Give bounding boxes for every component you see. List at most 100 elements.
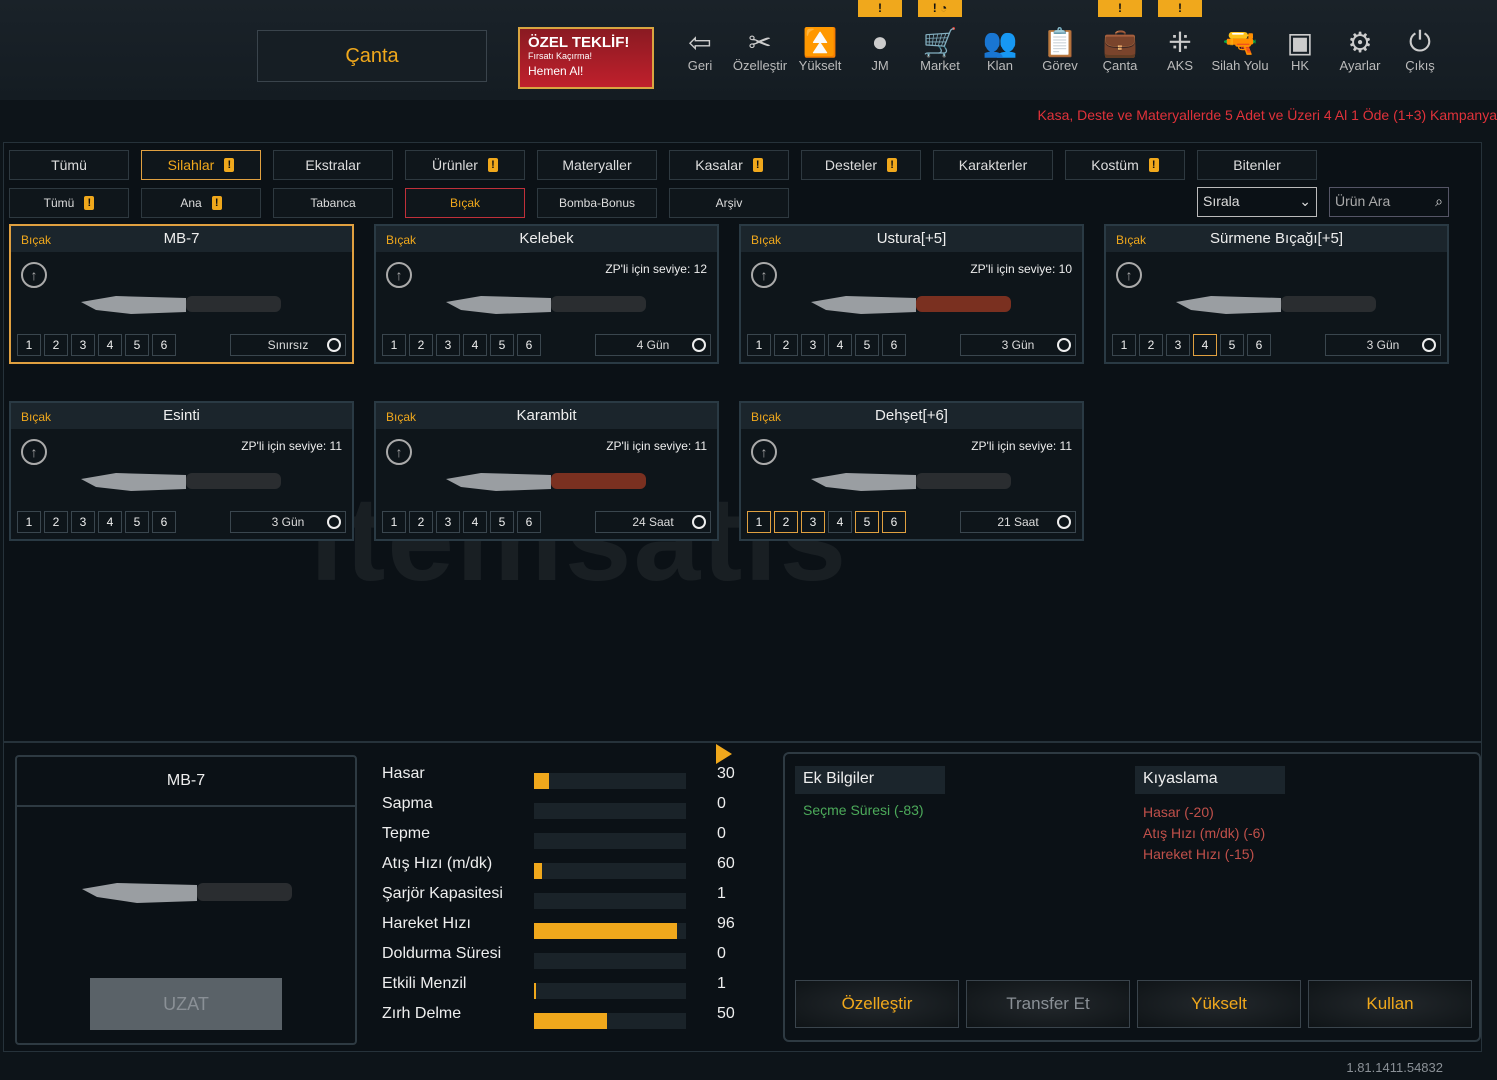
upgrade-slot[interactable]: 5 [1220,334,1244,356]
tab-2[interactable]: Ekstralar [273,150,393,180]
stat-label: Etkili Menzil [382,975,467,992]
upgrade-slot[interactable]: 1 [747,334,771,356]
upgrade-slot[interactable]: 6 [1247,334,1271,356]
extend-button[interactable]: UZAT [90,978,282,1030]
nav-bag[interactable]: 💼 Çanta [1090,26,1150,73]
item-card[interactable]: Bıçak Sürmene Bıçağı[+5] ↑ 123456 3 Gün [1104,224,1449,364]
upgrade-slot[interactable]: 1 [17,334,41,356]
upgrade-slot[interactable]: 5 [855,511,879,533]
upgrade-slot[interactable]: 4 [1193,334,1217,356]
nav-clan[interactable]: 👥 Klan [970,26,1030,73]
item-card[interactable]: Bıçak MB-7 ↑ 123456 Sınırsız [9,224,354,364]
subtab-4[interactable]: Bomba-Bonus [537,188,657,218]
upgrade-slot[interactable]: 6 [882,511,906,533]
nav-clipboard[interactable]: 📋 Görev [1030,26,1090,73]
item-card[interactable]: Bıçak Kelebek ↑ ZP'li için seviye: 12 123… [374,224,719,364]
upgrade-slot[interactable]: 4 [98,511,122,533]
upgrade-slot[interactable]: 4 [463,511,487,533]
subtab-5[interactable]: Arşiv [669,188,789,218]
nav-label: Silah Yolu [1211,58,1269,73]
upgrade-slot[interactable]: 6 [517,334,541,356]
upgrade-slot[interactable]: 1 [382,334,406,356]
item-card[interactable]: Bıçak Ustura[+5] ↑ ZP'li için seviye: 10 … [739,224,1084,364]
upgrade-slot[interactable]: 6 [152,334,176,356]
search-input[interactable]: Ürün Ara ⌕ [1329,187,1449,217]
upgrade-slot[interactable]: 2 [774,334,798,356]
upgrade-slot[interactable]: 5 [490,511,514,533]
nav-dots[interactable]: ⁜ AKS [1150,26,1210,73]
subtab-1[interactable]: Ana! [141,188,261,218]
item-card[interactable]: Bıçak Karambit ↑ ZP'li için seviye: 11 12… [374,401,719,541]
nav-cart[interactable]: 🛒 Market [910,26,970,73]
use-button[interactable]: Kullan [1308,980,1472,1028]
upgrade-arrow-icon[interactable]: ↑ [21,262,47,288]
upgrade-arrow-icon[interactable]: ↑ [1116,262,1142,288]
upgrade-arrow-icon[interactable]: ↑ [386,262,412,288]
item-card[interactable]: Bıçak Dehşet[+6] ↑ ZP'li için seviye: 11 … [739,401,1084,541]
nav-wallet[interactable]: ▣ HK [1270,26,1330,73]
tab-5[interactable]: Kasalar! [669,150,789,180]
tab-8[interactable]: Kostüm! [1065,150,1185,180]
upgrade-slot[interactable]: 1 [382,511,406,533]
nav-rank-up[interactable]: ⏫ Yükselt [790,26,850,73]
upgrade-slot[interactable]: 3 [71,511,95,533]
subtab-2[interactable]: Tabanca [273,188,393,218]
upgrade-slot[interactable]: 3 [801,511,825,533]
tab-0[interactable]: Tümü [9,150,129,180]
canta-button[interactable]: Çanta [257,30,487,82]
upgrade-slot[interactable]: 4 [98,334,122,356]
upgrade-slot[interactable]: 2 [44,511,68,533]
upgrade-slot[interactable]: 5 [125,511,149,533]
nav-power[interactable]: ⏻ Çıkış [1390,26,1450,73]
upgrade-slot[interactable]: 2 [409,334,433,356]
nav-exit[interactable]: ⇦ Geri [670,26,730,73]
upgrade-slot[interactable]: 6 [517,511,541,533]
upgrade-slot[interactable]: 2 [44,334,68,356]
tab-6[interactable]: Desteler! [801,150,921,180]
subtab-0[interactable]: Tümü! [9,188,129,218]
upgrade-slot[interactable]: 3 [436,334,460,356]
upgrade-slot[interactable]: 2 [1139,334,1163,356]
nav-gear[interactable]: ⚙ Ayarlar [1330,26,1390,73]
nav-label: Ayarlar [1339,58,1381,73]
subtab-3[interactable]: Bıçak [405,188,525,218]
pistol-icon: 🔫 [1222,27,1258,58]
upgrade-arrow-icon[interactable]: ↑ [751,262,777,288]
offer-subtitle: Fırsatı Kaçırma! [528,51,593,61]
customize-button[interactable]: Özelleştir [795,980,959,1028]
upgrade-slot[interactable]: 4 [463,334,487,356]
upgrade-slot[interactable]: 2 [774,511,798,533]
upgrade-slot[interactable]: 2 [409,511,433,533]
upgrade-button[interactable]: Yükselt [1137,980,1301,1028]
upgrade-slot[interactable]: 6 [882,334,906,356]
item-card[interactable]: Bıçak Esinti ↑ ZP'li için seviye: 11 1234… [9,401,354,541]
nav-tools[interactable]: ✂ Özelleştir [730,26,790,73]
tab-3[interactable]: Ürünler! [405,150,525,180]
upgrade-slot[interactable]: 6 [152,511,176,533]
stat-row: Sapma 0 [382,795,742,825]
upgrade-slot[interactable]: 4 [828,511,852,533]
upgrade-slot[interactable]: 1 [1112,334,1136,356]
tab-4[interactable]: Materyaller [537,150,657,180]
upgrade-slot[interactable]: 3 [801,334,825,356]
upgrade-arrow-icon[interactable]: ↑ [21,439,47,465]
upgrade-arrow-icon[interactable]: ↑ [386,439,412,465]
nav-pistol[interactable]: 🔫 Silah Yolu [1210,26,1270,73]
upgrade-slot[interactable]: 3 [71,334,95,356]
tab-1[interactable]: Silahlar! [141,150,261,180]
upgrade-slot[interactable]: 5 [490,334,514,356]
transfer-button[interactable]: Transfer Et [966,980,1130,1028]
tab-7[interactable]: Karakterler [933,150,1053,180]
upgrade-slot[interactable]: 4 [828,334,852,356]
nav-coins[interactable]: ● JM [850,26,910,73]
sort-dropdown[interactable]: Sırala ⌄ [1197,187,1317,217]
tab-9[interactable]: Bitenler [1197,150,1317,180]
upgrade-slot[interactable]: 5 [855,334,879,356]
upgrade-slot[interactable]: 5 [125,334,149,356]
upgrade-slot[interactable]: 1 [17,511,41,533]
upgrade-arrow-icon[interactable]: ↑ [751,439,777,465]
upgrade-slot[interactable]: 3 [1166,334,1190,356]
special-offer-banner[interactable]: ÖZEL TEKLİF! Fırsatı Kaçırma! Hemen Al! [518,27,654,89]
upgrade-slot[interactable]: 1 [747,511,771,533]
upgrade-slot[interactable]: 3 [436,511,460,533]
